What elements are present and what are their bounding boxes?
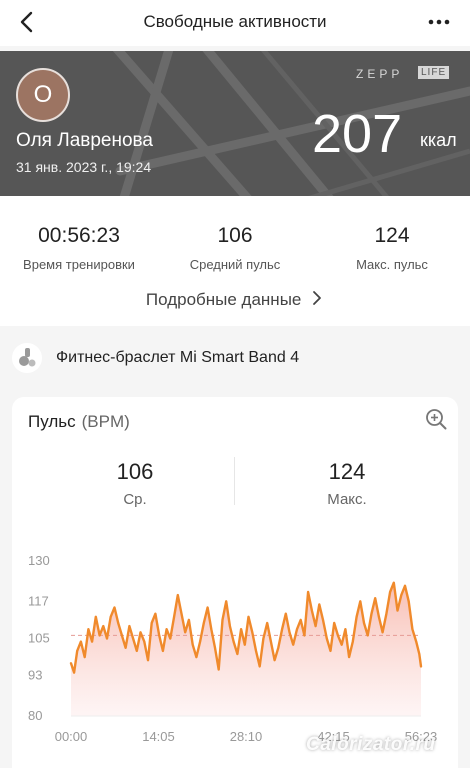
max-pulse-block: 124 Макс. xyxy=(277,459,417,508)
card-title-text: Пульс xyxy=(28,412,76,431)
activity-hero-banner: О ZEPP LIFE Оля Лавренова 31 янв. 2023 г… xyxy=(0,51,470,196)
stat-value: 106 xyxy=(217,224,253,247)
avg-pulse-label: Ср. xyxy=(123,491,147,508)
card-title: Пульс (BPM) xyxy=(28,412,130,432)
more-dots-icon[interactable] xyxy=(424,8,454,36)
calories-unit: ккал xyxy=(420,130,457,150)
band-device-icon xyxy=(12,343,42,373)
details-link[interactable]: Подробные данные xyxy=(0,290,470,310)
device-row: Фитнес-браслет Mi Smart Band 4 xyxy=(0,331,470,386)
calories-value: 207 xyxy=(312,104,403,164)
brand-logo: ZEPP LIFE xyxy=(356,66,454,82)
zoom-in-icon[interactable] xyxy=(425,408,447,430)
avg-pulse-value: 106 xyxy=(116,459,154,484)
stat-duration: 00:56:23 Время тренировки xyxy=(4,224,154,272)
stat-value: 00:56:23 xyxy=(38,224,120,247)
watermark: Calorizator.ru xyxy=(306,734,436,755)
stat-value: 124 xyxy=(374,224,410,247)
stat-max-pulse: 124 Макс. пульс xyxy=(317,224,467,272)
stat-label: Средний пульс xyxy=(189,257,281,272)
stat-label: Время тренировки xyxy=(23,257,135,272)
activity-date: 31 янв. 2023 г., 19:24 xyxy=(16,159,152,175)
divider xyxy=(234,457,235,505)
summary-panel: 00:56:23 Время тренировки 106 Средний пу… xyxy=(0,196,470,326)
user-name: Оля Лавренова xyxy=(16,130,153,151)
avatar[interactable]: О xyxy=(16,68,70,122)
avg-pulse-block: 106 Ср. xyxy=(65,459,205,508)
chevron-right-icon xyxy=(313,291,322,305)
page-title: Свободные активности xyxy=(143,12,327,31)
details-link-label: Подробные данные xyxy=(145,290,302,309)
card-unit: (BPM) xyxy=(81,412,130,431)
stat-avg-pulse: 106 Средний пульс xyxy=(160,224,310,272)
device-name: Фитнес-браслет Mi Smart Band 4 xyxy=(56,349,300,366)
top-bar: Свободные активности xyxy=(0,0,470,46)
max-pulse-value: 124 xyxy=(328,459,366,484)
max-pulse-label: Макс. xyxy=(327,491,367,508)
heart-rate-card: Пульс (BPM) 106 Ср. 124 Макс. xyxy=(12,397,458,768)
stat-label: Макс. пульс xyxy=(356,257,428,272)
